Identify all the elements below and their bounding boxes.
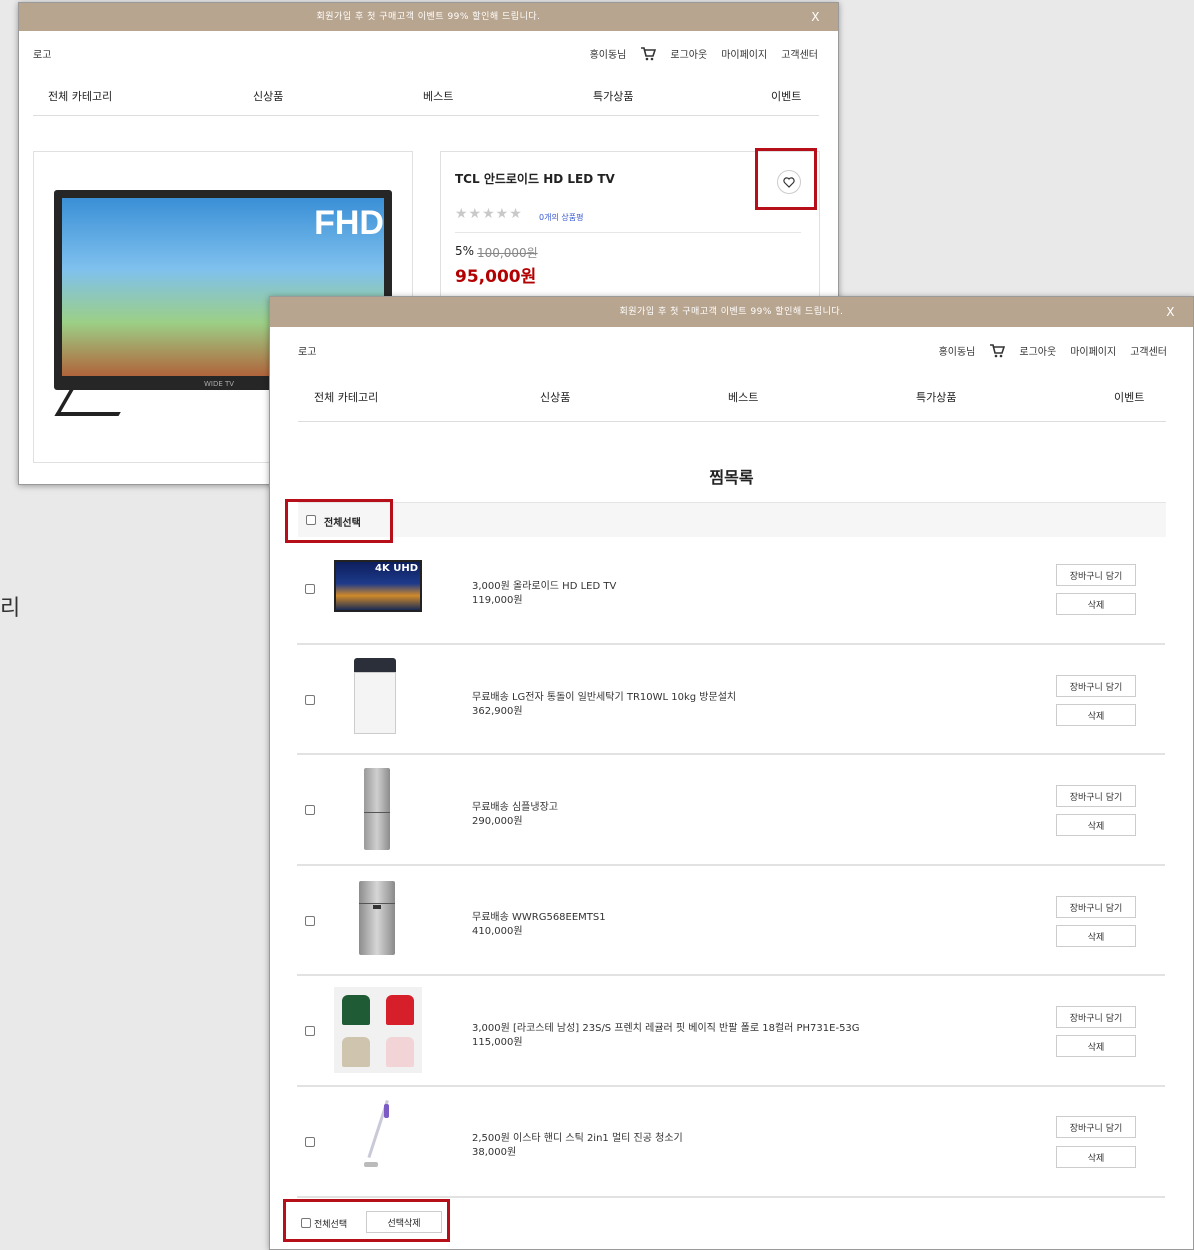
delete-button[interactable]: 삭제 [1056,1146,1136,1168]
fridge-icon [364,768,390,850]
highlight-bottom-controls [283,1199,450,1242]
delete-button[interactable]: 삭제 [1056,925,1136,947]
discount-rate: 5% [455,244,475,258]
item-price: 410,000원 [472,926,523,937]
item-name[interactable]: 무료배송 WWRG568EEMTS1 [472,908,606,923]
promo-banner: 회원가입 후 첫 구매고객 이벤트 99% 할인해 드립니다. X [19,3,838,31]
logo-2[interactable]: 로고 [298,343,316,358]
nav-divider-2 [298,421,1166,422]
delete-button[interactable]: 삭제 [1056,704,1136,726]
delete-button[interactable]: 삭제 [1056,814,1136,836]
thumb-4k-badge: 4K UHD [375,563,418,574]
user-greeting-2: 홍이동님 [938,347,976,358]
support-link[interactable]: 고객센터 [781,46,818,61]
promo-banner-text: 회원가입 후 첫 구매고객 이벤트 99% 할인해 드립니다. [316,12,541,22]
add-to-cart-button[interactable]: 장바구니 담기 [1056,675,1136,697]
highlight-select-all-top [285,499,393,543]
tv-brand-caption: WIDE TV [204,380,235,388]
nav-best[interactable]: 베스트 [423,88,453,104]
nav-special-deals-2[interactable]: 특가상품 [916,389,956,405]
mypage-link[interactable]: 마이페이지 [721,46,767,61]
close-icon-2[interactable]: X [1166,297,1175,327]
nav-events[interactable]: 이벤트 [771,88,801,104]
promo-banner-text-2: 회원가입 후 첫 구매고객 이벤트 99% 할인해 드립니다. [619,307,844,317]
mypage-link-2[interactable]: 마이페이지 [1070,343,1116,358]
item-price: 290,000원 [472,816,523,827]
tv-stand [54,390,134,416]
row-divider [297,643,1165,645]
add-to-cart-button[interactable]: 장바구니 담기 [1056,896,1136,918]
promo-banner-2: 회원가입 후 첫 구매고객 이벤트 99% 할인해 드립니다. X [270,297,1193,327]
item-name[interactable]: 무료배송 LG전자 통돌이 일반세탁기 TR10WL 10kg 방문설치 [472,688,736,703]
nav-special-deals[interactable]: 특가상품 [593,88,633,104]
wishlist-window: 회원가입 후 첫 구매고객 이벤트 99% 할인해 드립니다. X 로고 홍이동… [269,296,1194,1250]
nav-best-2[interactable]: 베스트 [728,389,758,405]
tv-icon: 4K UHD [334,560,422,612]
support-link-2[interactable]: 고객센터 [1130,343,1167,358]
row-checkbox[interactable] [305,695,315,705]
item-name[interactable]: 무료배송 심플냉장고 [472,798,558,813]
original-price: 100,000원 [477,246,538,260]
logout-link[interactable]: 로그아웃 [670,46,707,61]
add-to-cart-button[interactable]: 장바구니 담기 [1056,1116,1136,1138]
nav-divider [33,115,819,116]
rating-stars: ★★★★★ [455,206,523,222]
user-greeting: 홍이동님 [589,50,627,61]
item-name[interactable]: 3,000원 [라코스테 남성] 23S/S 프렌치 레귤러 핏 베이직 반팔 … [472,1019,860,1034]
sale-price: 95,000원 [455,267,537,287]
utility-nav: 홍이동님 로그아웃 마이페이지 고객센터 [590,46,818,61]
nav-new-products[interactable]: 신상품 [253,88,283,104]
delete-button[interactable]: 삭제 [1056,593,1136,615]
nav-new-products-2[interactable]: 신상품 [540,389,570,405]
cart-icon-2[interactable] [989,343,1006,358]
item-price: 115,000원 [472,1037,523,1048]
review-count-link[interactable]: 0개의 상품평 [539,212,583,223]
highlight-heart-button [755,148,817,210]
item-price: 362,900원 [472,706,523,717]
add-to-cart-button[interactable]: 장바구니 담기 [1056,1006,1136,1028]
row-divider [297,864,1165,866]
delete-button[interactable]: 삭제 [1056,1035,1136,1057]
fridge-icon [359,881,395,955]
row-divider [297,1085,1165,1087]
cart-icon[interactable] [640,46,657,61]
logout-link-2[interactable]: 로그아웃 [1019,343,1056,358]
add-to-cart-button[interactable]: 장바구니 담기 [1056,564,1136,586]
nav-events-2[interactable]: 이벤트 [1114,389,1144,405]
item-name[interactable]: 2,500원 이스타 핸디 스틱 2in1 멀티 진공 청소기 [472,1129,683,1144]
row-divider [297,974,1165,976]
product-name: TCL 안드로이드 HD LED TV [455,172,615,186]
item-name[interactable]: 3,000원 올라로이드 HD LED TV [472,577,616,592]
nav-all-categories-2[interactable]: 전체 카테고리 [314,389,378,405]
utility-nav-2: 홍이동님 로그아웃 마이페이지 고객센터 [939,343,1167,358]
side-text-fragment: 리 [0,596,21,621]
add-to-cart-button[interactable]: 장바구니 담기 [1056,785,1136,807]
row-divider [297,753,1165,755]
row-checkbox[interactable] [305,916,315,926]
polo-shirt-icon [334,987,422,1073]
logo[interactable]: 로고 [33,46,51,61]
washer-icon [354,658,396,734]
item-price: 119,000원 [472,595,523,606]
row-checkbox[interactable] [305,1026,315,1036]
select-all-bar: 전체선택 [298,502,1166,537]
row-divider [297,1196,1165,1198]
row-checkbox[interactable] [305,584,315,594]
nav-all-categories[interactable]: 전체 카테고리 [48,88,112,104]
tv-fhd-badge: FHD [314,204,384,242]
info-divider [455,232,801,233]
close-icon[interactable]: X [811,3,820,31]
item-price: 38,000원 [472,1147,517,1158]
row-checkbox[interactable] [305,805,315,815]
vacuum-icon [362,1100,402,1174]
row-checkbox[interactable] [305,1137,315,1147]
page-title: 찜목록 [709,468,754,487]
